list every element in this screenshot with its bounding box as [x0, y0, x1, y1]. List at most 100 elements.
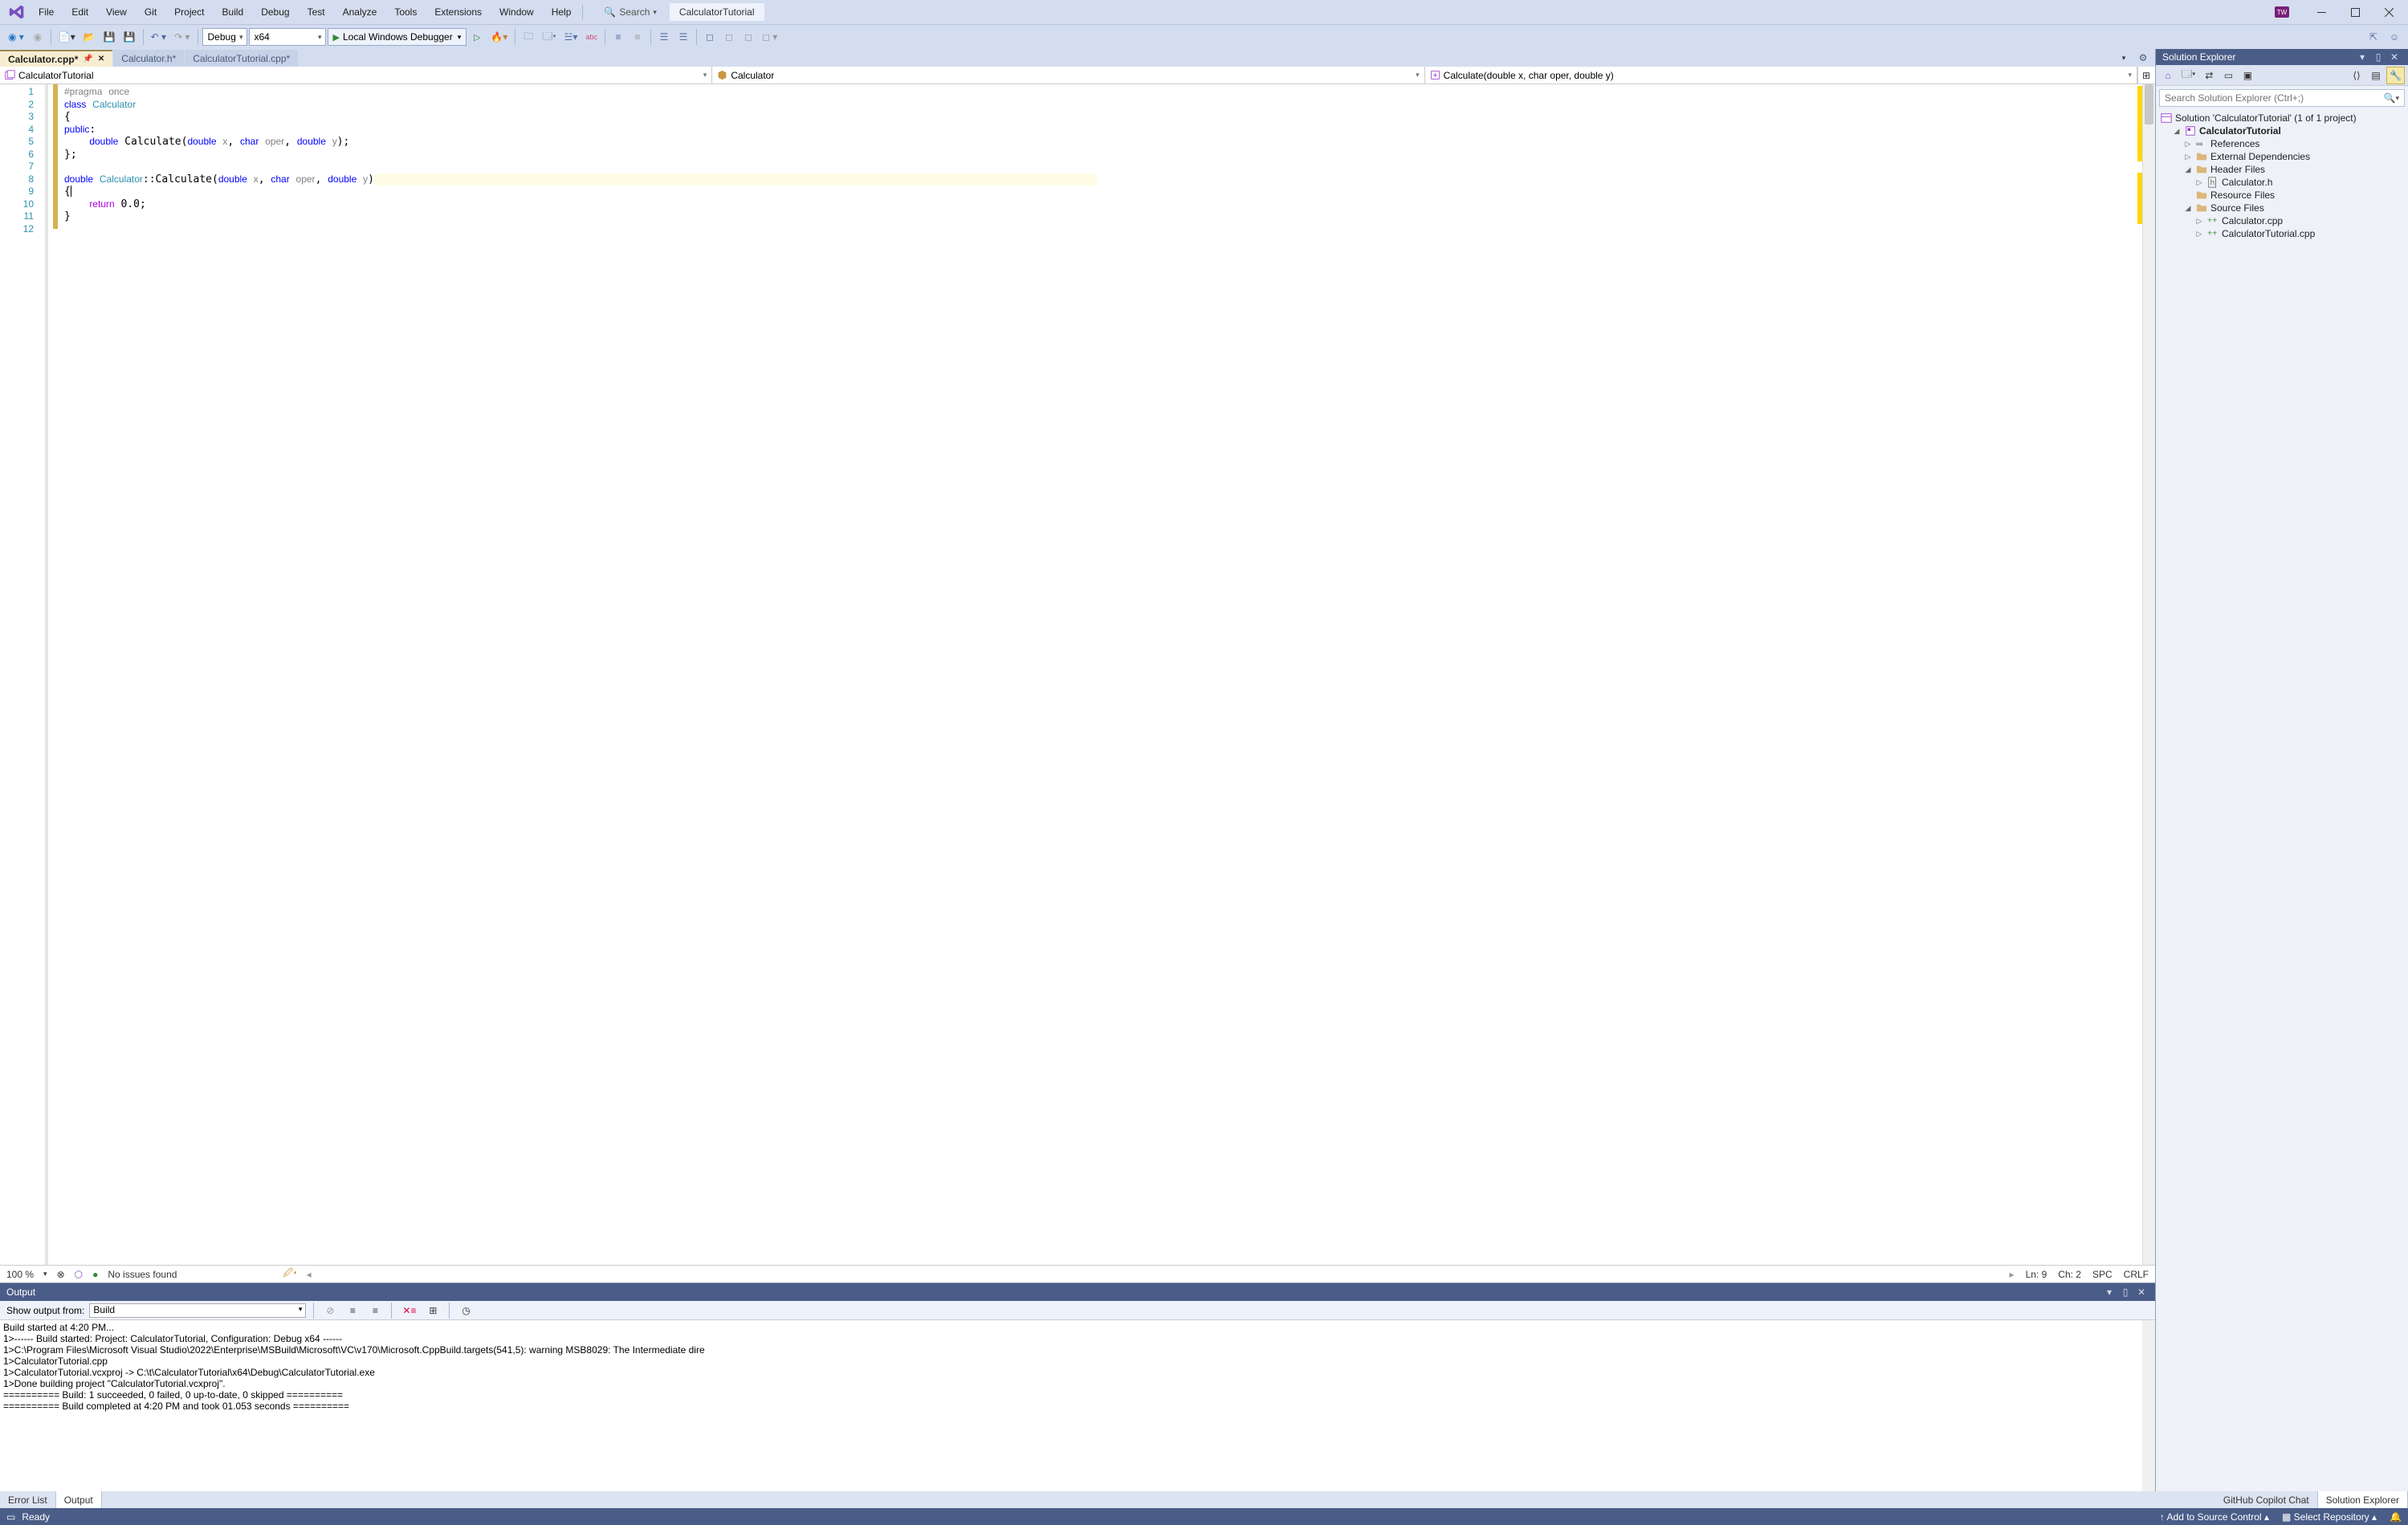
tab-error-list[interactable]: Error List [0, 1491, 56, 1508]
member-dropdown[interactable]: Calculate(double x, char oper, double y) [1425, 67, 2137, 84]
output-wrap-button[interactable]: ≡ [344, 1302, 361, 1319]
close-icon[interactable]: ✕ [98, 55, 104, 63]
undo-button[interactable]: ↶ ▾ [148, 28, 169, 46]
output-filter-button[interactable]: ⊞ [424, 1302, 442, 1319]
menu-build[interactable]: Build [214, 3, 252, 21]
eol-indicator[interactable]: CRLF [2124, 1269, 2149, 1280]
expand-icon[interactable]: ▷ [2194, 230, 2204, 239]
tutorial-cpp-node[interactable]: ▷++CalculatorTutorial.cpp [2159, 227, 2405, 240]
select-repository[interactable]: ▦ Select Repository ▴ [2282, 1511, 2377, 1523]
nav-left-icon[interactable]: ◂ [307, 1269, 312, 1280]
start-debugging-button[interactable]: ▶ Local Windows Debugger ▾ [328, 28, 467, 46]
tab-settings-button[interactable]: ⚙ [2134, 49, 2152, 67]
abc-button[interactable]: abc [582, 28, 601, 46]
sync-button[interactable]: ▭ [2219, 67, 2237, 84]
nav-fwd-button[interactable]: ◉ [29, 28, 47, 46]
pending-changes-button[interactable]: ⇄ [2200, 67, 2218, 84]
screwdriver-icon[interactable]: 🖉▾ [283, 1266, 296, 1282]
live-share-button[interactable]: ⇱ [2365, 28, 2382, 46]
menu-git[interactable]: Git [136, 3, 165, 21]
start-without-debug-button[interactable]: ▷ [468, 28, 486, 46]
nav-right-icon[interactable]: ▸ [2010, 1269, 2015, 1280]
save-all-button[interactable]: 💾 [120, 28, 139, 46]
solution-search[interactable]: 🔍▾ [2159, 89, 2405, 107]
output-panel-header[interactable]: Output ▾ ▯ ✕ [0, 1283, 2155, 1301]
switch-views-button[interactable]: 🗔▾ [2178, 67, 2198, 84]
fold-icon[interactable]: ⌄ [66, 173, 72, 181]
redo-button[interactable]: ↷ ▾ [171, 28, 193, 46]
preview-button[interactable]: ▤ [2367, 67, 2385, 84]
expand-icon[interactable]: ▷ [2183, 153, 2193, 161]
tab-calculator-cpp[interactable]: Calculator.cpp* 📌 ✕ [0, 50, 112, 67]
home-button[interactable]: ⌂ [2159, 67, 2177, 84]
panel-close-icon[interactable]: ✕ [2387, 50, 2402, 64]
expand-icon[interactable]: ▷ [2194, 217, 2204, 226]
split-button[interactable]: ⊞ [2137, 67, 2155, 84]
code-editor[interactable]: 123456789101112 #pragma once class Calcu… [0, 84, 2155, 1265]
new-project-button[interactable]: 📄▾ [55, 28, 79, 46]
panel-close-icon[interactable]: ✕ [2134, 1285, 2149, 1299]
menu-view[interactable]: View [98, 3, 135, 21]
config-dropdown[interactable]: Debug [202, 28, 247, 46]
panel-pin-icon[interactable]: ▯ [2371, 50, 2386, 64]
menu-analyze[interactable]: Analyze [335, 3, 385, 21]
platform-dropdown[interactable]: x64 [249, 28, 326, 46]
uncomment-button[interactable]: ≡ [629, 28, 646, 46]
pin-icon[interactable]: 📌 [83, 55, 92, 63]
source-files-node[interactable]: ◢Source Files [2159, 202, 2405, 214]
scope-dropdown[interactable]: CalculatorTutorial [0, 67, 712, 84]
output-time-button[interactable]: ◷ [457, 1302, 475, 1319]
bookmark-next-button[interactable]: ◻ [740, 28, 757, 46]
menu-help[interactable]: Help [544, 3, 580, 21]
view-button[interactable]: 🗔▾ [539, 28, 559, 46]
menu-window[interactable]: Window [491, 3, 542, 21]
tab-copilot[interactable]: GitHub Copilot Chat [2215, 1491, 2318, 1508]
menu-extensions[interactable]: Extensions [426, 3, 490, 21]
calculator-cpp-node[interactable]: ▷++Calculator.cpp [2159, 214, 2405, 227]
close-button[interactable] [2373, 1, 2405, 23]
expand-icon[interactable]: ▷ [2183, 140, 2193, 149]
show-all-button[interactable]: ▣ [2239, 67, 2256, 84]
calculator-h-node[interactable]: ▷hCalculator.h [2159, 176, 2405, 189]
header-files-node[interactable]: ◢Header Files [2159, 163, 2405, 176]
error-icon[interactable]: ⊗ [57, 1269, 65, 1280]
resource-files-node[interactable]: Resource Files [2159, 189, 2405, 202]
tab-solution-explorer[interactable]: Solution Explorer [2318, 1491, 2408, 1508]
indent-button[interactable]: ☰ [655, 28, 673, 46]
comment-button[interactable]: ≡ [609, 28, 627, 46]
solution-node[interactable]: Solution 'CalculatorTutorial' (1 of 1 pr… [2159, 112, 2405, 124]
minimize-button[interactable] [2305, 1, 2337, 23]
menu-file[interactable]: File [31, 3, 62, 21]
wrap-button[interactable]: ☱▾ [561, 28, 581, 46]
panel-pin-icon[interactable]: ▯ [2118, 1285, 2133, 1299]
nav-back-button[interactable]: ◉ ▾ [5, 28, 27, 46]
menu-project[interactable]: Project [166, 3, 212, 21]
output-clear-all-button[interactable]: ✕≡ [399, 1302, 419, 1319]
expand-icon[interactable]: ▷ [2194, 178, 2204, 187]
account-badge[interactable]: TW [2275, 6, 2289, 18]
bookmark-button[interactable]: ◻ [701, 28, 719, 46]
save-button[interactable]: 💾 [100, 28, 119, 46]
solution-explorer-header[interactable]: Solution Explorer ▾ ▯ ✕ [2156, 49, 2408, 65]
external-deps-node[interactable]: ▷External Dependencies [2159, 150, 2405, 163]
fold-icon[interactable]: ⌄ [66, 98, 72, 107]
menu-test[interactable]: Test [299, 3, 333, 21]
menu-debug[interactable]: Debug [253, 3, 297, 21]
feedback-button[interactable]: ☺ [2386, 28, 2403, 46]
tab-output[interactable]: Output [56, 1491, 102, 1508]
panel-dropdown-icon[interactable]: ▾ [2102, 1285, 2117, 1299]
notifications-icon[interactable]: 🔔 [2390, 1511, 2402, 1523]
open-file-button[interactable]: 📂 [80, 28, 99, 46]
bookmark-prev-button[interactable]: ◻ [720, 28, 738, 46]
output-text[interactable]: Build started at 4:20 PM... 1>------ Bui… [0, 1320, 2155, 1491]
zoom-level[interactable]: 100 % [6, 1269, 34, 1280]
titlebar-search[interactable]: 🔍 Search ▾ [597, 5, 663, 19]
panel-dropdown-icon[interactable]: ▾ [2355, 50, 2369, 64]
wrench-button[interactable]: 🔧 [2386, 67, 2405, 84]
outdent-button[interactable]: ☰ [674, 28, 692, 46]
project-node[interactable]: ◢ CalculatorTutorial [2159, 124, 2405, 137]
health-icon[interactable]: ⬡ [75, 1269, 83, 1280]
tab-calculator-h[interactable]: Calculator.h* [113, 50, 184, 67]
collapse-icon[interactable]: ◢ [2183, 165, 2193, 174]
class-dropdown[interactable]: Calculator [712, 67, 1424, 84]
